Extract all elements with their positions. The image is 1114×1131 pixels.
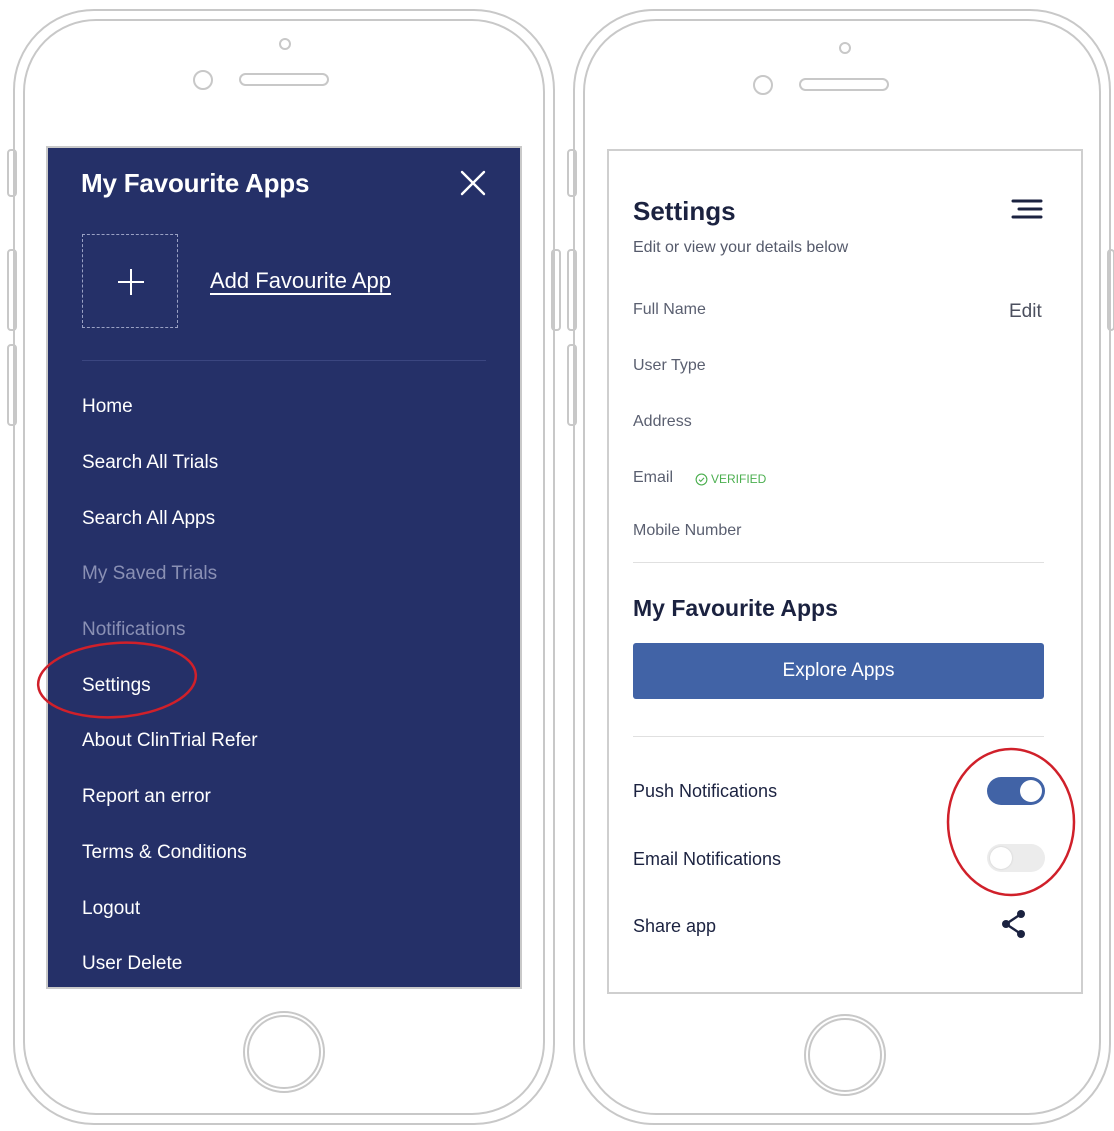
check-circle-icon [695, 473, 708, 485]
page-subtitle: Edit or view your details below [633, 239, 849, 256]
menu-item-about[interactable]: About ClinTrial Refer [82, 730, 258, 752]
edit-button[interactable]: Edit [1009, 301, 1042, 323]
menu-item-terms[interactable]: Terms & Conditions [82, 842, 247, 864]
menu-item-search-all-trials[interactable]: Search All Trials [82, 452, 218, 474]
favourite-apps-heading: My Favourite Apps [633, 595, 838, 621]
menu-item-my-saved-trials[interactable]: My Saved Trials [82, 563, 217, 585]
menu-item-notifications[interactable]: Notifications [82, 619, 186, 641]
verified-text: VERIFIED [711, 472, 767, 486]
settings-screen: Settings Edit or view your details below… [607, 149, 1083, 994]
explore-apps-button[interactable]: Explore Apps [633, 643, 1044, 699]
page-title: Settings [633, 196, 736, 226]
menu-item-report-error[interactable]: Report an error [82, 786, 211, 808]
menu-item-settings[interactable]: Settings [82, 675, 151, 697]
share-app-label: Share app [633, 916, 717, 936]
toggle-knob [1020, 780, 1042, 802]
full-name-label: Full Name [633, 301, 706, 318]
drawer-title: My Favourite Apps [81, 168, 310, 198]
toggle-knob [990, 847, 1012, 869]
close-icon[interactable] [458, 168, 488, 198]
section-divider [633, 562, 1044, 563]
email-notifications-toggle[interactable] [987, 844, 1045, 872]
email-verified-badge: VERIFIED [695, 472, 766, 486]
drawer-divider [82, 360, 486, 361]
menu-item-search-all-apps[interactable]: Search All Apps [82, 508, 215, 530]
push-notifications-label: Push Notifications [633, 781, 778, 801]
hamburger-menu-icon[interactable] [1009, 198, 1045, 220]
email-label: Email [633, 469, 674, 486]
section-divider [633, 736, 1044, 737]
menu-item-logout[interactable]: Logout [82, 898, 140, 920]
user-type-label: User Type [633, 357, 706, 374]
push-notifications-toggle[interactable] [987, 777, 1045, 805]
add-favourite-app-tile[interactable] [82, 234, 178, 328]
mobile-number-label: Mobile Number [633, 522, 742, 539]
address-label: Address [633, 413, 692, 430]
add-favourite-app-link[interactable]: Add Favourite App [210, 268, 391, 294]
menu-item-home[interactable]: Home [82, 396, 133, 418]
plus-icon [118, 269, 144, 295]
share-icon[interactable] [999, 909, 1029, 939]
menu-item-user-delete[interactable]: User Delete [82, 953, 182, 975]
email-notifications-label: Email Notifications [633, 849, 782, 869]
navigation-drawer: My Favourite Apps Add Favourite App Home… [46, 146, 522, 989]
